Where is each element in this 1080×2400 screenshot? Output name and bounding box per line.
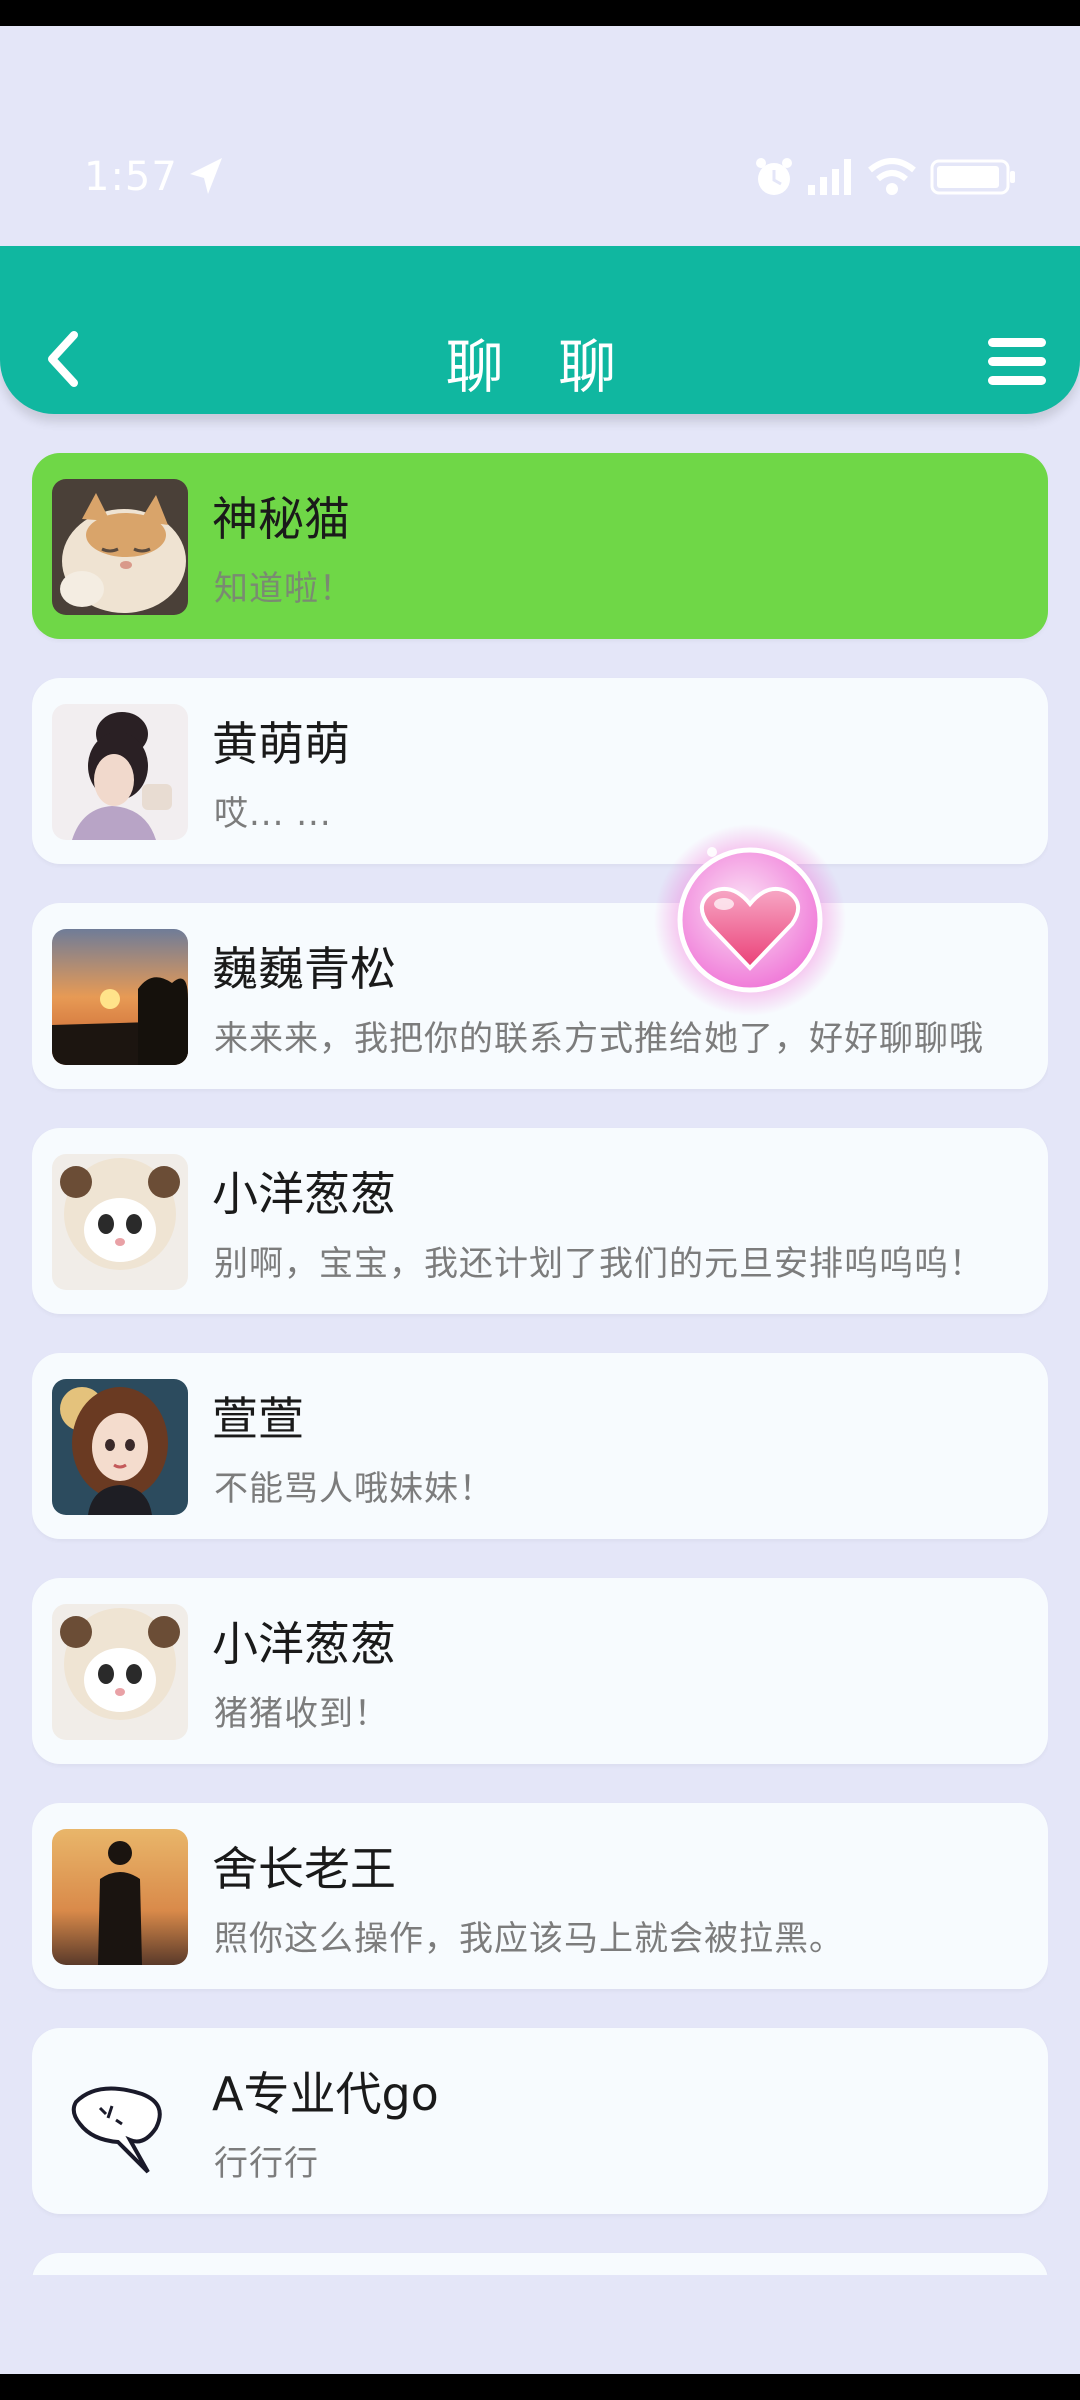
chat-item[interactable]: 黄萌萌 哎... ...	[32, 678, 1048, 864]
chat-last-message: 照你这么操作，我应该马上就会被拉黑。	[214, 1919, 844, 1959]
chat-name: 小洋葱葱	[212, 1167, 396, 1221]
girl-avatar	[52, 704, 188, 840]
status-time: 1:57	[84, 154, 178, 200]
chat-item[interactable]: 小洋葱葱 别啊，宝宝，我还计划了我们的元旦安排呜呜呜！	[32, 1128, 1048, 1314]
page-title: 聊 聊	[445, 333, 635, 401]
chat-item[interactable]	[32, 2253, 1048, 2275]
menu-icon[interactable]	[988, 336, 1046, 388]
doodle-avatar	[52, 2054, 188, 2190]
chat-name: 神秘猫	[212, 492, 350, 546]
chat-last-message: 哎... ...	[214, 794, 332, 834]
chat-item[interactable]: 神秘猫 知道啦！	[32, 453, 1048, 639]
chat-item[interactable]: 萱萱 不能骂人哦妹妹！	[32, 1353, 1048, 1539]
chat-name: 小洋葱葱	[212, 1617, 396, 1671]
bottom-black-strip	[0, 2374, 1080, 2400]
chat-item[interactable]: 舍长老王 照你这么操作，我应该马上就会被拉黑。	[32, 1803, 1048, 1989]
sheep-cat-avatar	[52, 1154, 188, 1290]
chat-name: A专业代go	[212, 2067, 439, 2121]
signal-icon	[808, 159, 851, 195]
location-arrow-icon	[190, 158, 222, 194]
chat-last-message: 行行行	[214, 2144, 319, 2184]
chat-last-message: 猪猪收到！	[214, 1694, 389, 1734]
chat-name: 舍长老王	[212, 1842, 396, 1896]
chat-name: 巍巍青松	[212, 942, 396, 996]
wifi-icon	[868, 158, 916, 195]
status-bar: 1:57	[0, 26, 1080, 246]
status-icons	[754, 152, 1016, 202]
chat-last-message: 不能骂人哦妹妹！	[214, 1469, 494, 1509]
chat-last-message: 来来来，我把你的联系方式推给她了，好好聊聊哦	[214, 1019, 984, 1059]
app-header: 聊 聊	[0, 246, 1080, 414]
heart-icon[interactable]	[650, 820, 850, 1020]
alarm-icon	[756, 158, 792, 195]
silhouette-avatar	[52, 1829, 188, 1965]
cat-avatar	[52, 479, 188, 615]
chat-name: 萱萱	[212, 1392, 304, 1446]
chat-list: 神秘猫 知道啦！ 黄萌萌 哎... ... 巍巍青松 来来来，我把你的联系方式推…	[32, 453, 1048, 2275]
chat-last-message: 别啊，宝宝，我还计划了我们的元旦安排呜呜呜！	[214, 1244, 984, 1284]
chat-name: 黄萌萌	[212, 717, 350, 771]
sheep-cat-avatar	[52, 1604, 188, 1740]
battery-icon	[930, 159, 1015, 195]
sunset-avatar	[52, 929, 188, 1065]
cartoon-girl-avatar	[52, 1379, 188, 1515]
chat-item[interactable]: A专业代go 行行行	[32, 2028, 1048, 2214]
chat-item[interactable]: 小洋葱葱 猪猪收到！	[32, 1578, 1048, 1764]
chat-last-message: 知道啦！	[214, 569, 354, 609]
chat-item[interactable]: 巍巍青松 来来来，我把你的联系方式推给她了，好好聊聊哦	[32, 903, 1048, 1089]
top-black-strip	[0, 0, 1080, 26]
